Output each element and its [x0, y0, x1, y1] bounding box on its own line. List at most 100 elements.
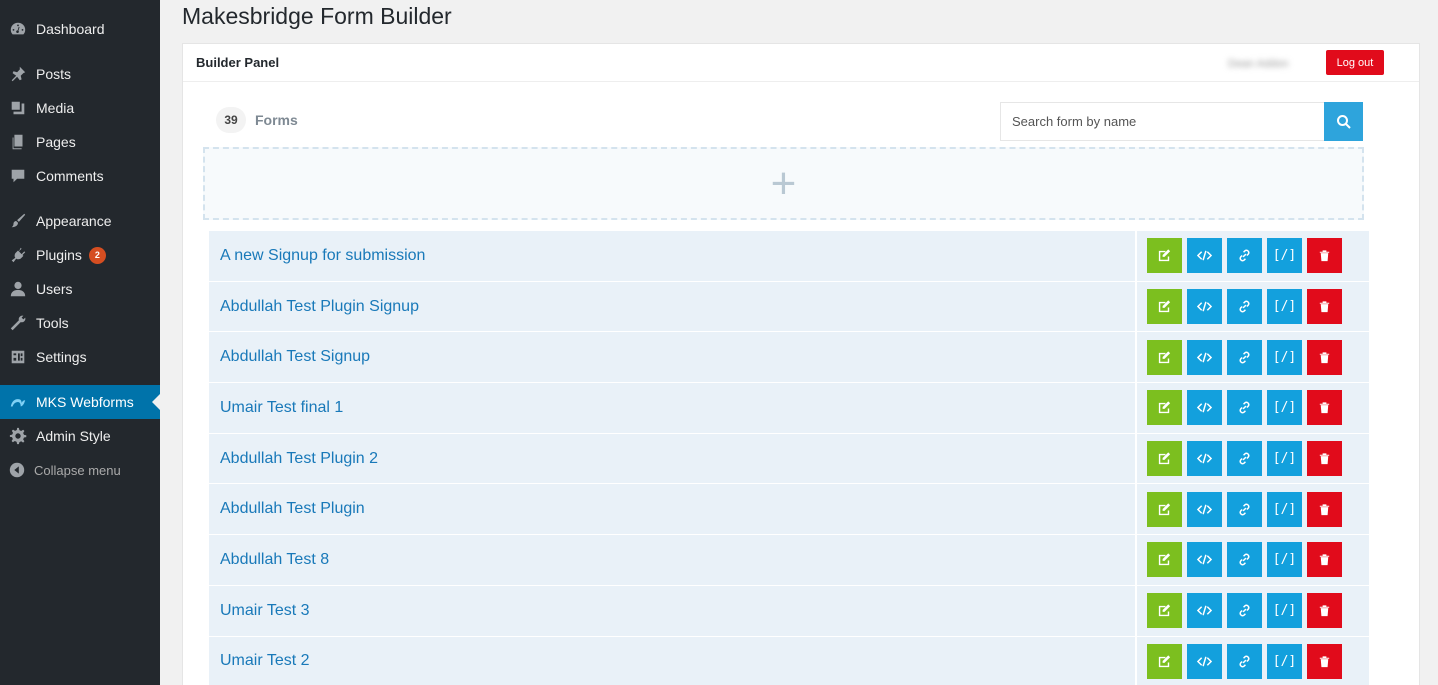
form-actions: [/]	[1137, 281, 1369, 332]
logout-button[interactable]: Log out	[1326, 50, 1384, 75]
delete-form-button[interactable]	[1307, 339, 1342, 375]
form-name-link[interactable]: Abdullah Test Plugin Signup	[220, 298, 419, 316]
embed-code-button[interactable]	[1187, 643, 1222, 679]
shortcode-button[interactable]: [/]	[1267, 339, 1302, 375]
delete-form-button[interactable]	[1307, 390, 1342, 426]
edit-icon	[1158, 452, 1171, 465]
form-row: Abdullah Test Plugin 2 [/]	[209, 433, 1369, 485]
code-icon	[1197, 403, 1212, 413]
form-link-button[interactable]	[1227, 593, 1262, 629]
shortcode-button[interactable]: [/]	[1267, 643, 1302, 679]
delete-form-button[interactable]	[1307, 643, 1342, 679]
form-link-button[interactable]	[1227, 491, 1262, 527]
form-row: Umair Test 3 [/]	[209, 585, 1369, 637]
shortcode-button[interactable]: [/]	[1267, 542, 1302, 578]
form-link-button[interactable]	[1227, 238, 1262, 274]
sidebar-item-plugins[interactable]: Plugins 2	[0, 238, 160, 272]
delete-form-button[interactable]	[1307, 289, 1342, 325]
sidebar-item-comments[interactable]: Comments	[0, 159, 160, 193]
pages-icon	[0, 133, 36, 151]
embed-code-button[interactable]	[1187, 339, 1222, 375]
delete-form-button[interactable]	[1307, 491, 1342, 527]
code-icon	[1197, 504, 1212, 515]
shortcode-button[interactable]: [/]	[1267, 593, 1302, 629]
code-icon	[1197, 453, 1212, 464]
edit-form-button[interactable]	[1147, 339, 1182, 375]
form-name-link[interactable]: Umair Test final 1	[220, 399, 343, 417]
sidebar-item-users[interactable]: Users	[0, 272, 160, 306]
form-name-link[interactable]: A new Signup for submission	[220, 247, 425, 265]
edit-form-button[interactable]	[1147, 643, 1182, 679]
form-name-cell: A new Signup for submission	[209, 231, 1137, 281]
sidebar-item-admin-style[interactable]: Admin Style	[0, 419, 160, 453]
form-name-link[interactable]: Abdullah Test Plugin 2	[220, 450, 378, 468]
form-link-button[interactable]	[1227, 390, 1262, 426]
form-link-button[interactable]	[1227, 289, 1262, 325]
form-link-button[interactable]	[1227, 542, 1262, 578]
shortcode-button[interactable]: [/]	[1267, 441, 1302, 477]
shortcode-button[interactable]: [/]	[1267, 238, 1302, 274]
sidebar-item-dashboard[interactable]: Dashboard	[0, 12, 160, 46]
collapse-menu-button[interactable]: Collapse menu	[0, 453, 160, 487]
shortcode-icon: [/]	[1272, 653, 1297, 669]
delete-form-button[interactable]	[1307, 542, 1342, 578]
shortcode-button[interactable]: [/]	[1267, 289, 1302, 325]
search-input[interactable]	[1000, 102, 1324, 141]
embed-code-button[interactable]	[1187, 238, 1222, 274]
sidebar-item-settings[interactable]: Settings	[0, 340, 160, 374]
shortcode-icon: [/]	[1272, 501, 1297, 517]
sidebar-item-label: Dashboard	[36, 21, 105, 37]
wrench-icon	[0, 314, 36, 332]
form-name-link[interactable]: Umair Test 3	[220, 602, 310, 620]
sidebar-item-label: Tools	[36, 315, 69, 331]
sidebar-item-appearance[interactable]: Appearance	[0, 204, 160, 238]
trash-icon	[1319, 453, 1330, 465]
sidebar-item-pages[interactable]: Pages	[0, 125, 160, 159]
trash-icon	[1319, 554, 1330, 566]
mks-logo-icon	[0, 393, 36, 411]
embed-code-button[interactable]	[1187, 542, 1222, 578]
link-icon	[1239, 604, 1250, 617]
comments-icon	[0, 167, 36, 185]
form-link-button[interactable]	[1227, 643, 1262, 679]
search-button[interactable]	[1324, 102, 1363, 141]
sidebar-item-posts[interactable]: Posts	[0, 57, 160, 91]
link-icon	[1239, 300, 1250, 313]
form-name-cell: Abdullah Test Signup	[209, 332, 1137, 383]
edit-form-button[interactable]	[1147, 238, 1182, 274]
add-form-button[interactable]: +	[203, 147, 1364, 220]
form-name-cell: Umair Test 2	[209, 636, 1137, 685]
form-link-button[interactable]	[1227, 339, 1262, 375]
edit-form-button[interactable]	[1147, 441, 1182, 477]
embed-code-button[interactable]	[1187, 491, 1222, 527]
shortcode-button[interactable]: [/]	[1267, 491, 1302, 527]
trash-icon	[1319, 656, 1330, 667]
form-name-link[interactable]: Abdullah Test 8	[220, 551, 329, 569]
shortcode-button[interactable]: [/]	[1267, 390, 1302, 426]
trash-icon	[1319, 605, 1330, 617]
panel-header: Builder Panel Dean Addon Log out	[183, 44, 1419, 82]
delete-form-button[interactable]	[1307, 238, 1342, 274]
sidebar-item-mks-webforms[interactable]: MKS Webforms	[0, 385, 160, 419]
delete-form-button[interactable]	[1307, 441, 1342, 477]
sidebar-item-tools[interactable]: Tools	[0, 306, 160, 340]
embed-code-button[interactable]	[1187, 593, 1222, 629]
embed-code-button[interactable]	[1187, 390, 1222, 426]
edit-form-button[interactable]	[1147, 542, 1182, 578]
form-link-button[interactable]	[1227, 441, 1262, 477]
trash-icon	[1319, 352, 1330, 363]
embed-code-button[interactable]	[1187, 441, 1222, 477]
form-name-link[interactable]: Abdullah Test Signup	[220, 348, 370, 366]
delete-form-button[interactable]	[1307, 593, 1342, 629]
edit-form-button[interactable]	[1147, 491, 1182, 527]
form-name-link[interactable]: Abdullah Test Plugin	[220, 500, 365, 518]
edit-form-button[interactable]	[1147, 289, 1182, 325]
sidebar-item-media[interactable]: Media	[0, 91, 160, 125]
embed-code-button[interactable]	[1187, 289, 1222, 325]
edit-form-button[interactable]	[1147, 593, 1182, 629]
sidebar-item-label: Media	[36, 100, 75, 116]
form-name-link[interactable]: Umair Test 2	[220, 652, 310, 670]
trash-icon	[1319, 250, 1330, 262]
sidebar-item-label: Posts	[36, 66, 72, 82]
edit-form-button[interactable]	[1147, 390, 1182, 426]
